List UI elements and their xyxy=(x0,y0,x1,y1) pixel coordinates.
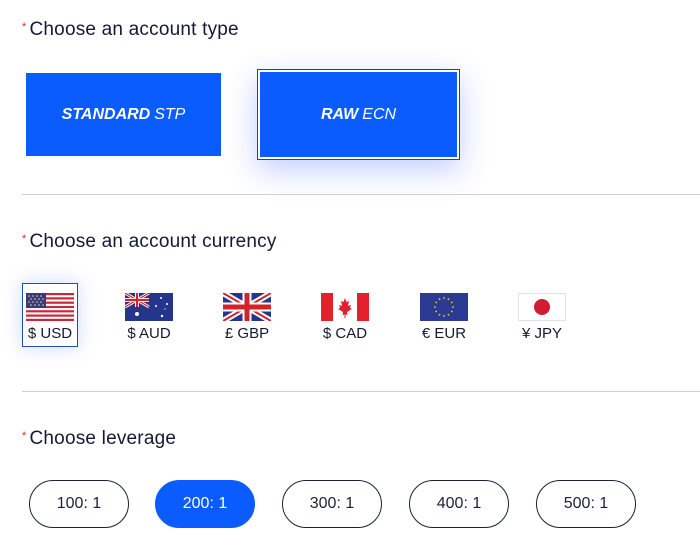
currency-label: ¥ JPY xyxy=(521,325,563,342)
leverage-option-200[interactable]: 200: 1 xyxy=(155,480,255,528)
currency-label: € EUR xyxy=(421,325,467,342)
leverage-option-label: 200: 1 xyxy=(182,495,228,512)
currency-option-jpy[interactable]: ¥ JPY xyxy=(514,283,570,347)
us-flag-icon xyxy=(26,293,74,321)
leverage-option-400[interactable]: 400: 1 xyxy=(409,480,509,528)
leverage-label: * Choose leverage xyxy=(22,428,176,450)
leverage-option-100[interactable]: 100: 1 xyxy=(29,480,129,528)
au-flag-icon xyxy=(125,293,173,321)
section-divider xyxy=(22,194,700,195)
leverage-option-500[interactable]: 500: 1 xyxy=(536,480,636,528)
ca-flag-icon xyxy=(321,293,369,321)
currency-label: $ AUD xyxy=(127,325,171,342)
account-currency-label: * Choose an account currency xyxy=(22,231,277,253)
account-type-name: RAW xyxy=(320,105,359,123)
eu-flag-icon xyxy=(420,293,468,321)
gb-flag-icon xyxy=(223,293,271,321)
currency-option-usd[interactable]: $ USD xyxy=(22,283,78,347)
account-type-suffix: ECN xyxy=(362,105,397,123)
leverage-option-label: 100: 1 xyxy=(56,495,102,512)
section-divider xyxy=(22,391,700,392)
currency-label: $ USD xyxy=(27,325,73,342)
account-type-name: STANDARD xyxy=(61,105,151,123)
currency-option-cad[interactable]: $ CAD xyxy=(317,283,373,347)
currency-label: $ CAD xyxy=(322,325,368,342)
leverage-option-label: 400: 1 xyxy=(436,495,482,512)
currency-option-gbp[interactable]: £ GBP xyxy=(219,283,275,347)
required-mark: * xyxy=(22,430,27,442)
account-type-raw-ecn-inner: RAW ECN xyxy=(260,72,457,157)
currency-option-aud[interactable]: $ AUD xyxy=(121,283,177,347)
account-type-standard-stp-button[interactable]: STANDARD STP xyxy=(26,73,221,156)
currency-label: £ GBP xyxy=(224,325,270,342)
currency-option-eur[interactable]: € EUR xyxy=(416,283,472,347)
account-type-label: * Choose an account type xyxy=(22,19,239,41)
leverage-option-300[interactable]: 300: 1 xyxy=(282,480,382,528)
account-type-raw-ecn-button[interactable]: RAW ECN xyxy=(257,69,460,160)
required-mark: * xyxy=(22,233,27,245)
jp-flag-icon xyxy=(518,293,566,321)
leverage-label-text: Choose leverage xyxy=(29,428,177,449)
leverage-option-label: 500: 1 xyxy=(563,495,609,512)
account-type-label-text: Choose an account type xyxy=(29,19,239,40)
account-type-suffix: STP xyxy=(154,105,186,123)
leverage-option-label: 300: 1 xyxy=(309,495,355,512)
account-currency-label-text: Choose an account currency xyxy=(29,231,277,252)
required-mark: * xyxy=(22,21,27,33)
